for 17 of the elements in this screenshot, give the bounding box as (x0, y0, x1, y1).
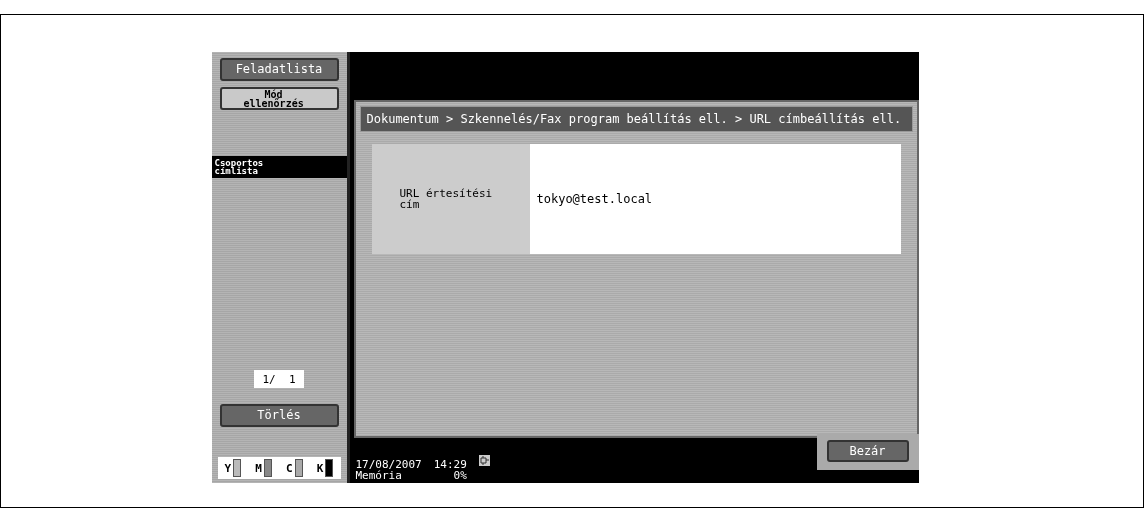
page-counter: 1/ 1 (254, 370, 304, 388)
memory-value: 0% (452, 470, 467, 481)
field-value: tokyo@test.local (529, 144, 901, 254)
time-text: 14:29 (433, 459, 467, 470)
date-text: 17/08/2007 (355, 459, 422, 470)
toner-label: C (286, 461, 293, 475)
toner-label: Y (224, 461, 232, 475)
sidebar-button[interactable]: Feladatlista (219, 58, 339, 81)
toner-label: M (255, 461, 262, 475)
breadcrumb: Dokumentum > Szkennelés/Fax program beállítás ell. > URL címbeállítás ell. (359, 106, 913, 132)
delete-button[interactable]: Törlés (219, 404, 339, 427)
sidebar-button[interactable]: Mód ellenőrzés (219, 87, 339, 110)
memory-label: Memória (355, 470, 403, 481)
toner-label: K (316, 461, 324, 475)
field-label: URL értesítési cím (371, 144, 530, 254)
address-list-tab[interactable]: Csoportos címlista (211, 156, 347, 178)
close-button[interactable]: Bezár (826, 440, 909, 462)
